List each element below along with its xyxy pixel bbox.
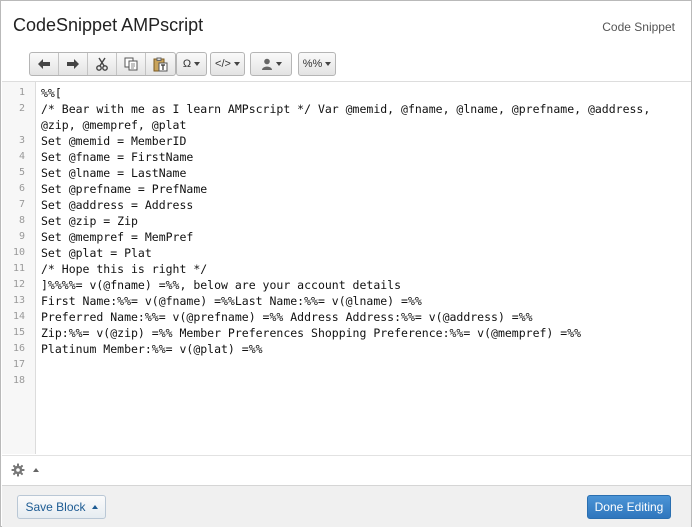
code-line[interactable]: /* Bear with me as I learn AMPscript */ … <box>41 101 686 117</box>
special-characters-dropdown[interactable]: Ω <box>176 52 207 76</box>
code-line[interactable]: Set @plat = Plat <box>41 245 686 261</box>
line-number: 8 <box>18 215 25 226</box>
editor-window: CodeSnippet AMPscript Code Snippet Ω </>… <box>0 0 692 527</box>
code-line[interactable]: Set @zip = Zip <box>41 213 686 229</box>
undo-button[interactable] <box>30 53 59 75</box>
code-line[interactable]: Set @prefname = PrefName <box>41 181 686 197</box>
code-line[interactable]: /* Hope this is right */ <box>41 261 686 277</box>
line-number: 15 <box>12 327 25 338</box>
code-line[interactable]: @zip, @mempref, @plat <box>41 117 686 133</box>
code-area[interactable]: %%[/* Bear with me as I learn AMPscript … <box>41 85 686 357</box>
paste-text-button[interactable] <box>146 53 175 75</box>
code-line[interactable]: Platinum Member:%%= v(@plat) =%% <box>41 341 686 357</box>
line-number: 5 <box>18 167 25 178</box>
line-number: 3 <box>18 135 25 146</box>
undo-icon <box>38 59 50 69</box>
line-number: 11 <box>12 263 25 274</box>
footer-bar: Save Block Done Editing <box>2 485 691 527</box>
code-line[interactable]: Zip:%%= v(@zip) =%% Member Preferences S… <box>41 325 686 341</box>
chevron-down-icon <box>275 62 282 66</box>
copy-button[interactable] <box>117 53 146 75</box>
line-number: 10 <box>12 247 25 258</box>
code-line[interactable]: %%[ <box>41 85 686 101</box>
line-number: 9 <box>18 231 25 242</box>
line-number: 1 <box>18 87 25 98</box>
redo-icon <box>67 59 79 69</box>
personalization-dropdown[interactable] <box>250 52 292 76</box>
line-number: 6 <box>18 183 25 194</box>
paste-text-icon <box>153 57 168 71</box>
line-number: 17 <box>12 359 25 370</box>
special-characters-label: Ω <box>182 58 192 70</box>
edit-button-group <box>29 52 176 76</box>
code-dropdown[interactable]: </> <box>210 52 245 76</box>
code-line[interactable]: First Name:%%= v(@fname) =%%Last Name:%%… <box>41 293 686 309</box>
line-number: 16 <box>12 343 25 354</box>
redo-button[interactable] <box>59 53 88 75</box>
editor-toolbar: Ω </> %% <box>1 47 691 81</box>
code-line[interactable]: ]%%%%= v(@fname) =%%, below are your acc… <box>41 277 686 293</box>
code-editor[interactable]: 1 2 3 4 5 6 7 8 9 10 11 12 13 14 15 16 17 18 %%[/* Bear w… <box>2 81 691 454</box>
gear-icon[interactable] <box>11 463 25 477</box>
header: CodeSnippet AMPscript Code Snippet <box>1 1 691 51</box>
cut-icon <box>96 57 108 71</box>
code-line[interactable]: Set @mempref = MemPref <box>41 229 686 245</box>
line-number: 7 <box>18 199 25 210</box>
save-block-label: Save Block <box>25 500 86 514</box>
chevron-down-icon <box>233 62 240 66</box>
line-number: 14 <box>12 311 25 322</box>
block-type-label: Code Snippet <box>602 20 675 34</box>
chevron-down-icon <box>194 62 201 66</box>
code-line[interactable]: Set @memid = MemberID <box>41 133 686 149</box>
line-number: 4 <box>18 151 25 162</box>
line-number: 2 <box>18 103 25 114</box>
chevron-up-icon <box>91 505 98 509</box>
chevron-up-icon[interactable] <box>33 468 39 472</box>
line-number-gutter: 1 2 3 4 5 6 7 8 9 10 11 12 13 14 15 16 17 18 <box>2 82 36 454</box>
chevron-down-icon <box>325 62 332 66</box>
save-block-button[interactable]: Save Block <box>17 495 106 519</box>
code-line[interactable]: Set @address = Address <box>41 197 686 213</box>
done-editing-label: Done Editing <box>594 500 664 514</box>
code-line[interactable]: Set @fname = FirstName <box>41 149 686 165</box>
line-number: 13 <box>12 295 25 306</box>
code-label: </> <box>215 58 231 70</box>
line-number: 12 <box>12 279 25 290</box>
done-editing-button[interactable]: Done Editing <box>587 495 671 519</box>
page-title: CodeSnippet AMPscript <box>13 15 204 35</box>
copy-icon <box>124 57 138 71</box>
merge-field-dropdown[interactable]: %% <box>298 52 336 76</box>
cut-button[interactable] <box>88 53 117 75</box>
line-number: 18 <box>12 375 25 386</box>
editor-statusbar <box>2 455 691 485</box>
person-icon <box>261 58 272 70</box>
merge-field-label: %% <box>302 58 323 70</box>
code-line[interactable]: Set @lname = LastName <box>41 165 686 181</box>
code-line[interactable]: Preferred Name:%%= v(@prefname) =%% Addr… <box>41 309 686 325</box>
